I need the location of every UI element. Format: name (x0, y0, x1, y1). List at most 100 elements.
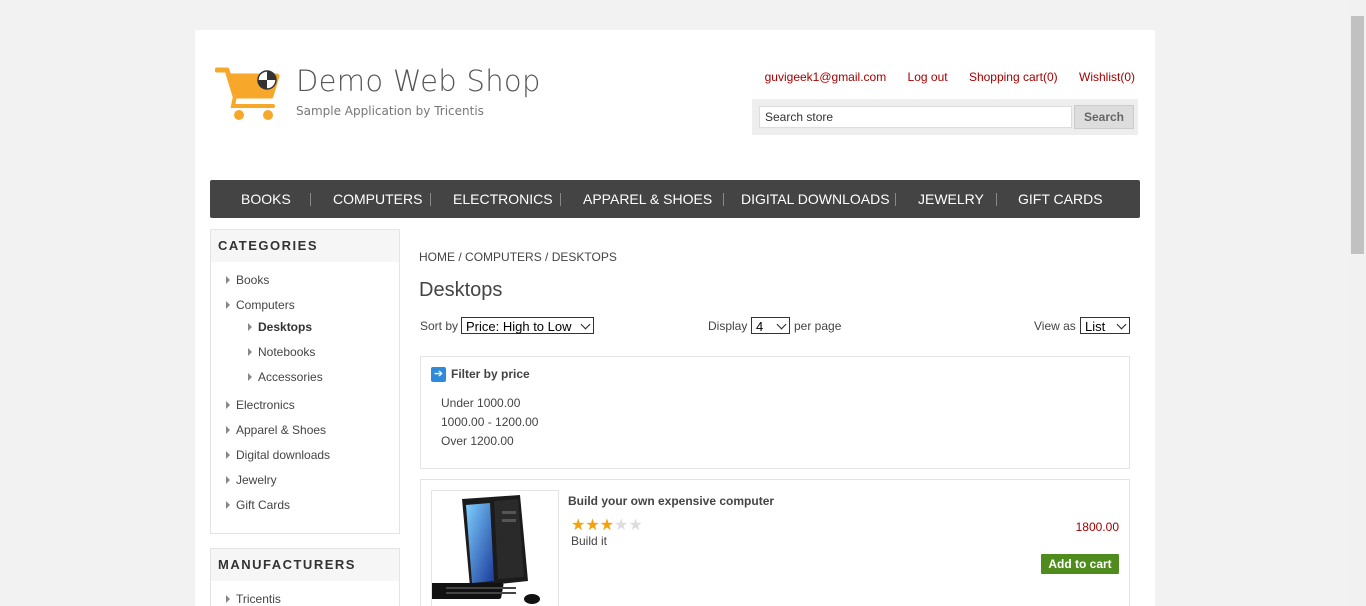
menu-item-electronics[interactable]: ELECTRONICS (453, 180, 553, 218)
search-input[interactable]: Search store (759, 106, 1072, 128)
manufacturer-label: Tricentis (236, 592, 281, 606)
account-link[interactable]: guvigeek1@gmail.com (765, 70, 887, 84)
view-as-label: View as (1034, 319, 1076, 333)
arrow-right-icon (226, 500, 230, 509)
breadcrumb-current: DESKTOPS (551, 250, 617, 264)
price-filter: ➔ Filter by price Under 1000.00 1000.00 … (420, 356, 1130, 469)
view-as-select-value: List (1085, 319, 1106, 334)
menu-item-jewelry[interactable]: JEWELRY (918, 180, 984, 218)
star-filled-icon: ★ (571, 517, 586, 534)
menu-item-digital-downloads[interactable]: DIGITAL DOWNLOADS (741, 180, 890, 218)
arrow-right-icon (226, 300, 230, 309)
vertical-scrollbar[interactable] (1349, 0, 1366, 606)
subcategory-notebooks[interactable]: Notebooks (248, 345, 315, 359)
categories-block: CATEGORIES Books Computers Desktops Note… (210, 229, 400, 534)
price-filter-title[interactable]: Filter by price (451, 367, 530, 381)
arrow-right-icon (248, 372, 252, 381)
site-title[interactable]: Demo Web Shop (296, 64, 541, 98)
arrow-right-icon[interactable]: ➔ (431, 367, 446, 382)
page-title: Desktops (419, 279, 503, 301)
category-label: Jewelry (236, 473, 277, 487)
star-empty-icon: ★ (614, 517, 629, 534)
arrow-right-icon (226, 475, 230, 484)
scrollbar-thumb[interactable] (1351, 16, 1364, 254)
menu-separator (895, 193, 896, 206)
arrow-right-icon (248, 322, 252, 331)
sort-select-value: Price: High to Low (466, 319, 572, 334)
chevron-down-icon (776, 319, 787, 330)
site-subtitle: Sample Application by Tricentis (296, 104, 484, 118)
arrow-right-icon (226, 450, 230, 459)
category-label: Digital downloads (236, 448, 331, 462)
price-filter-option[interactable]: Over 1200.00 (441, 434, 514, 448)
display-label: Display (708, 319, 748, 333)
add-to-cart-button[interactable]: Add to cart (1041, 554, 1119, 574)
product-description: Build it (571, 534, 608, 548)
logout-link[interactable]: Log out (908, 70, 948, 84)
menu-item-books[interactable]: BOOKS (241, 180, 291, 218)
arrow-right-icon (248, 347, 252, 356)
price-filter-option[interactable]: 1000.00 - 1200.00 (441, 415, 538, 429)
product-price: 1800.00 (1075, 520, 1119, 534)
menu-item-gift-cards[interactable]: GIFT CARDS (1018, 180, 1103, 218)
category-digital-downloads[interactable]: Digital downloads (226, 448, 330, 462)
cart-logo-icon[interactable] (214, 66, 281, 122)
menu-separator (723, 193, 724, 206)
product-title[interactable]: Build your own expensive computer (568, 494, 774, 508)
header-links: guvigeek1@gmail.com Log out Shopping car… (747, 70, 1135, 84)
arrow-right-icon (226, 594, 230, 603)
chevron-down-icon (580, 319, 591, 330)
category-label: Electronics (236, 398, 295, 412)
sort-select[interactable]: Price: High to Low (461, 317, 594, 334)
category-gift-cards[interactable]: Gift Cards (226, 498, 290, 512)
arrow-right-icon (226, 400, 230, 409)
breadcrumb-separator: / (458, 250, 462, 264)
category-apparel-shoes[interactable]: Apparel & Shoes (226, 423, 326, 437)
product-item: Build your own expensive computer ★★★★★ … (420, 479, 1130, 606)
breadcrumb-computers[interactable]: COMPUTERS (465, 250, 542, 264)
breadcrumb-separator: / (545, 250, 549, 264)
top-menu: BOOKS COMPUTERS ELECTRONICS APPAREL & SH… (210, 180, 1140, 218)
menu-item-apparel-shoes[interactable]: APPAREL & SHOES (583, 180, 712, 218)
sort-label: Sort by (420, 319, 459, 333)
category-jewelry[interactable]: Jewelry (226, 473, 277, 487)
shopping-cart-link[interactable]: Shopping cart(0) (969, 70, 1058, 84)
category-label: Accessories (258, 370, 323, 384)
product-rating: ★★★★★ (571, 517, 643, 534)
wishlist-link[interactable]: Wishlist(0) (1079, 70, 1135, 84)
breadcrumb: HOME / COMPUTERS / DESKTOPS (419, 250, 617, 264)
star-filled-icon: ★ (585, 517, 600, 534)
category-label: Gift Cards (236, 498, 291, 512)
per-page-label: per page (794, 319, 842, 333)
category-label: Notebooks (258, 345, 316, 359)
search-box: Search store Search (752, 99, 1138, 135)
category-electronics[interactable]: Electronics (226, 398, 295, 412)
product-image[interactable] (431, 490, 559, 606)
display-select[interactable]: 4 (751, 317, 790, 334)
category-computers[interactable]: Computers (226, 298, 295, 312)
manufacturers-title: MANUFACTURERS (211, 549, 399, 581)
subcategory-desktops[interactable]: Desktops (248, 320, 312, 334)
category-books[interactable]: Books (226, 273, 269, 287)
page-container: Demo Web Shop Sample Application by Tric… (195, 30, 1155, 606)
category-label: Computers (236, 298, 295, 312)
display-select-value: 4 (756, 319, 764, 334)
arrow-right-icon (226, 425, 230, 434)
star-filled-icon: ★ (599, 517, 615, 534)
star-empty-icon: ★ (628, 517, 643, 534)
chevron-down-icon (1116, 319, 1127, 330)
arrow-right-icon (226, 275, 230, 284)
category-label: Books (236, 273, 270, 287)
view-as-select[interactable]: List (1080, 317, 1130, 334)
menu-separator (560, 193, 561, 206)
category-label: Apparel & Shoes (236, 423, 327, 437)
subcategory-accessories[interactable]: Accessories (248, 370, 323, 384)
category-label: Desktops (258, 320, 313, 334)
search-button[interactable]: Search (1074, 105, 1134, 129)
price-filter-option[interactable]: Under 1000.00 (441, 396, 520, 410)
menu-separator (310, 193, 311, 206)
categories-title: CATEGORIES (211, 230, 399, 262)
breadcrumb-home[interactable]: HOME (419, 250, 455, 264)
menu-item-computers[interactable]: COMPUTERS (333, 180, 422, 218)
manufacturer-tricentis[interactable]: Tricentis (226, 592, 281, 606)
